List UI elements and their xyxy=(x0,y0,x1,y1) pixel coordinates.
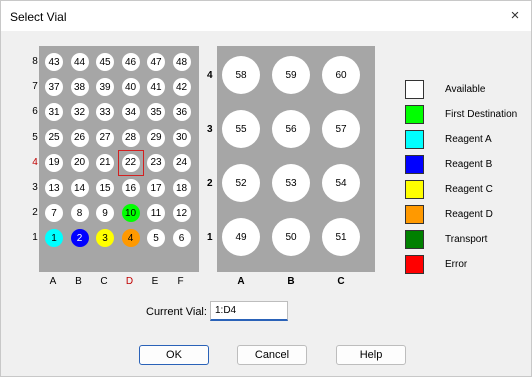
legend-swatch xyxy=(405,230,424,249)
vial-32[interactable]: 32 xyxy=(70,103,89,122)
select-vial-dialog: Select Vial × 8 43 44 45 46 47 48 7 37 38 39 40 41 42… xyxy=(0,0,532,377)
vial-18[interactable]: 18 xyxy=(172,179,191,197)
small-rack-row-label: 6 xyxy=(32,106,38,118)
vial-24[interactable]: 24 xyxy=(172,153,191,172)
small-rack-row-label: 4 xyxy=(32,156,38,168)
vial-48[interactable]: 48 xyxy=(172,53,191,71)
vial-58[interactable]: 58 xyxy=(222,56,260,94)
small-rack-row-label: 5 xyxy=(32,131,38,143)
vial-43[interactable]: 43 xyxy=(45,53,63,71)
vial-44[interactable]: 44 xyxy=(70,53,89,71)
vial-15[interactable]: 15 xyxy=(96,179,114,197)
small-rack-row-label: 2 xyxy=(32,207,38,219)
vial-55[interactable]: 55 xyxy=(222,110,260,148)
help-button[interactable]: Help xyxy=(336,345,406,365)
small-rack-column-label: B xyxy=(75,276,82,287)
legend-swatch xyxy=(405,130,424,149)
legend-label: Reagent A xyxy=(445,134,492,145)
vial-27[interactable]: 27 xyxy=(96,128,114,147)
large-rack-row-label: 2 xyxy=(207,178,213,189)
vial-51[interactable]: 51 xyxy=(322,218,360,256)
vial-50[interactable]: 50 xyxy=(272,218,310,256)
legend-label: Reagent D xyxy=(445,209,493,220)
close-icon[interactable]: × xyxy=(505,6,525,26)
vial-29[interactable]: 29 xyxy=(147,128,165,147)
small-rack-column-label: F xyxy=(177,276,184,287)
vial-60[interactable]: 60 xyxy=(322,56,360,94)
legend-label: Reagent B xyxy=(445,159,493,170)
vial-4[interactable]: 4 xyxy=(121,229,140,248)
small-rack-column-label: E xyxy=(151,276,159,287)
vial-40[interactable]: 40 xyxy=(121,78,140,97)
current-vial-input[interactable] xyxy=(210,301,288,321)
small-rack-row-label: 8 xyxy=(32,56,38,67)
vial-14[interactable]: 14 xyxy=(70,179,89,197)
vial-57[interactable]: 57 xyxy=(322,110,360,148)
cancel-button[interactable]: Cancel xyxy=(237,345,307,365)
vial-10[interactable]: 10 xyxy=(121,204,140,223)
legend-label: Transport xyxy=(445,234,488,245)
large-rack-column-label: A xyxy=(237,276,245,287)
vial-34[interactable]: 34 xyxy=(121,103,140,122)
small-rack-column-label: A xyxy=(49,276,57,287)
legend-swatch xyxy=(405,205,424,224)
small-rack-row-label: 3 xyxy=(32,182,38,193)
vial-2[interactable]: 2 xyxy=(70,229,89,248)
current-vial-label: Current Vial: xyxy=(146,306,207,318)
vial-47[interactable]: 47 xyxy=(147,53,165,71)
vial-17[interactable]: 17 xyxy=(147,179,165,197)
selected-vial-highlight xyxy=(117,149,144,176)
dialog-title: Select Vial xyxy=(10,10,67,24)
vial-25[interactable]: 25 xyxy=(45,128,63,147)
vial-23[interactable]: 23 xyxy=(147,153,165,172)
ok-button[interactable]: OK xyxy=(139,345,209,365)
legend-label: First Destination xyxy=(445,109,518,120)
small-rack-row-label: 1 xyxy=(32,232,38,244)
small-rack-column-label: C xyxy=(100,276,108,287)
legend-swatch xyxy=(405,180,424,199)
vial-26[interactable]: 26 xyxy=(70,128,89,147)
vial-19[interactable]: 19 xyxy=(45,153,63,172)
vial-28[interactable]: 28 xyxy=(121,128,140,147)
vial-36[interactable]: 36 xyxy=(172,103,191,122)
large-rack-row-label: 4 xyxy=(207,70,213,81)
legend-label: Error xyxy=(445,259,468,270)
title-bar: Select Vial × xyxy=(1,1,531,31)
legend-swatch xyxy=(405,255,424,274)
large-rack-row-label: 1 xyxy=(207,232,213,243)
legend-swatch xyxy=(405,105,424,124)
small-rack-row-label: 7 xyxy=(32,81,38,93)
vial-46[interactable]: 46 xyxy=(121,53,140,71)
vial-45[interactable]: 45 xyxy=(96,53,114,71)
vial-20[interactable]: 20 xyxy=(70,153,89,172)
vial-6[interactable]: 6 xyxy=(172,229,191,248)
vial-56[interactable]: 56 xyxy=(272,110,310,148)
large-rack-row-label: 3 xyxy=(207,124,213,135)
vial-53[interactable]: 53 xyxy=(272,164,310,202)
vial-13[interactable]: 13 xyxy=(45,179,63,197)
vial-16[interactable]: 16 xyxy=(121,179,140,197)
vial-30[interactable]: 30 xyxy=(172,128,191,147)
vial-54[interactable]: 54 xyxy=(322,164,360,202)
vial-21[interactable]: 21 xyxy=(96,153,114,172)
legend-label: Reagent C xyxy=(445,184,493,195)
large-rack-column-label: B xyxy=(287,276,295,287)
vial-38[interactable]: 38 xyxy=(70,78,89,97)
legend-label: Available xyxy=(445,84,486,95)
legend-swatch xyxy=(405,155,424,174)
vial-52[interactable]: 52 xyxy=(222,164,260,202)
vial-12[interactable]: 12 xyxy=(172,204,191,223)
small-rack-column-label: D xyxy=(125,276,134,287)
vial-42[interactable]: 42 xyxy=(172,78,191,97)
vial-8[interactable]: 8 xyxy=(70,204,89,223)
large-rack-column-label: C xyxy=(337,276,345,287)
vial-49[interactable]: 49 xyxy=(222,218,260,256)
vial-59[interactable]: 59 xyxy=(272,56,310,94)
legend-swatch xyxy=(405,80,424,99)
